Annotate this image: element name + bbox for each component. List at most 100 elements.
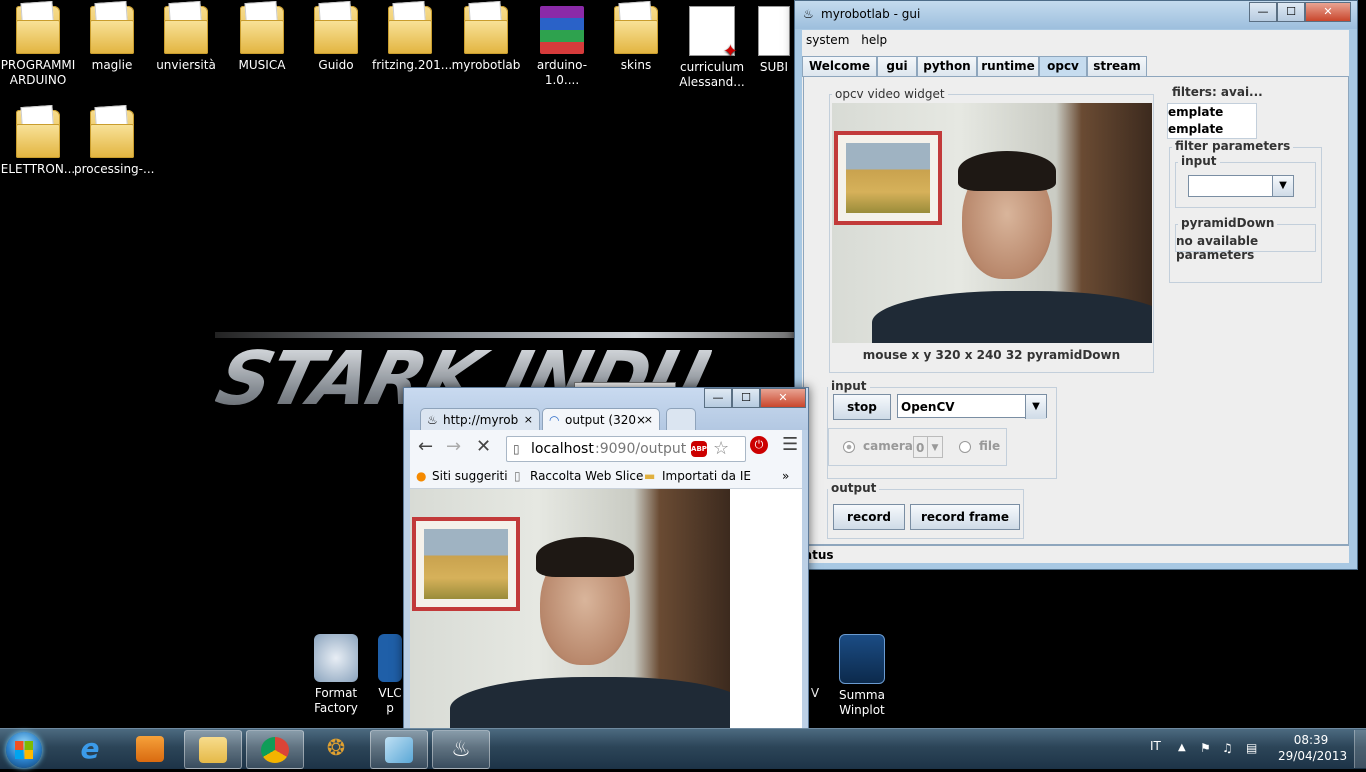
close-icon[interactable]: × <box>644 409 653 430</box>
filters-list[interactable]: emplate emplate <box>1167 103 1257 139</box>
winrar-icon <box>540 6 584 54</box>
chrome-tab-myrobotlab[interactable]: ♨ http://myrob × <box>420 408 540 430</box>
desktop-icon-summa-winplot[interactable]: Summa Winplot <box>824 628 900 718</box>
stop-loading-icon[interactable]: ✕ <box>476 436 491 457</box>
maximize-button[interactable]: ☐ <box>732 388 760 408</box>
desktop-icon-maglie[interactable]: maglie <box>74 0 150 73</box>
maximize-button[interactable]: ☐ <box>1277 2 1305 22</box>
filters-list-item[interactable]: emplate <box>1168 121 1256 138</box>
file-radio[interactable] <box>959 441 971 453</box>
stop-button[interactable]: stop <box>833 394 891 420</box>
winplot-icon <box>839 634 885 684</box>
address-bar[interactable]: ▯ localhost :9090/output ABP ☆ <box>506 436 746 462</box>
desktop-icon-hidden[interactable]: V <box>808 628 822 701</box>
taskbar-explorer[interactable] <box>184 730 242 769</box>
desktop-icon-label: processing-... <box>74 162 155 176</box>
desktop-icon-subi[interactable]: SUBI <box>754 0 794 75</box>
bookmarks-overflow[interactable]: » <box>782 464 789 488</box>
close-icon[interactable]: × <box>524 409 533 430</box>
desktop-icon-vlc[interactable]: VLC p <box>374 628 406 716</box>
myrobotlab-window: ♨ myrobotlab - gui — ☐ ✕ system help Wel… <box>794 0 1358 570</box>
chrome-tab-label: http://myrob <box>443 413 519 427</box>
tab-opcv[interactable]: opcv <box>1039 56 1087 76</box>
tab-stream[interactable]: stream <box>1087 56 1147 76</box>
taskbar-chrome[interactable] <box>246 730 304 769</box>
minimize-button[interactable]: — <box>704 388 732 408</box>
tray-language[interactable]: IT <box>1150 728 1170 768</box>
extension-icon[interactable]: ⏻ <box>750 436 768 454</box>
show-desktop-button[interactable] <box>1354 730 1366 768</box>
tab-welcome[interactable]: Welcome <box>802 56 877 76</box>
menu-system[interactable]: system <box>802 30 853 47</box>
desktop-icon-curriculum[interactable]: ✦ curriculum Alessand... <box>674 0 750 90</box>
desktop-icon-processing[interactable]: processing-... <box>74 104 155 177</box>
bookmark-importati-da-ie[interactable]: Importati da IE <box>662 464 751 488</box>
desktop-icon-universita[interactable]: unviersità <box>148 0 224 73</box>
filter-input-label: input <box>1178 154 1220 168</box>
network-icon[interactable]: ▤ <box>1246 728 1257 768</box>
adblock-icon[interactable]: ABP <box>691 441 707 457</box>
taskbar-java[interactable]: ♨ <box>432 730 490 769</box>
chevron-down-icon[interactable]: ▼ <box>1272 176 1293 196</box>
input-source-combo[interactable]: OpenCV ▼ <box>897 394 1047 419</box>
taskbar-notes[interactable] <box>370 730 428 769</box>
desktop-icon-label: PROGRAMMI ARDUINO <box>0 58 76 87</box>
folder-icon <box>90 6 134 54</box>
window-title: myrobotlab - gui <box>821 7 921 21</box>
menu-icon[interactable]: ☰ <box>782 434 798 455</box>
desktop-icon-fritzing[interactable]: fritzing.201... <box>372 0 452 73</box>
chevron-down-icon[interactable]: ▼ <box>927 437 942 457</box>
desktop-icon-format-factory[interactable]: Format Factory <box>298 628 374 716</box>
tab-python[interactable]: python <box>917 56 977 76</box>
output-stream-image[interactable] <box>410 489 730 729</box>
close-button[interactable]: ✕ <box>760 388 806 408</box>
volume-icon[interactable]: ♫ <box>1222 728 1233 768</box>
camera-radio[interactable] <box>843 441 855 453</box>
desktop-icon-myrobotlab[interactable]: myrobotlab <box>448 0 524 73</box>
java-icon: ♨ <box>451 737 471 762</box>
desktop-icon-programmi-arduino[interactable]: PROGRAMMI ARDUINO <box>0 0 76 88</box>
bookmark-siti-suggeriti[interactable]: Siti suggeriti <box>432 464 508 488</box>
forward-icon[interactable]: → <box>446 436 461 457</box>
window-titlebar[interactable]: ♨ myrobotlab - gui — ☐ ✕ <box>795 1 1357 29</box>
video-widget-label: opcv video widget <box>832 87 948 101</box>
filter-input-combo[interactable]: ▼ <box>1188 175 1294 197</box>
bookmark-star-icon[interactable]: ☆ <box>713 437 729 461</box>
desktop-icon-label: V <box>810 686 820 700</box>
back-icon[interactable]: ← <box>418 436 433 457</box>
camera-index-combo[interactable]: 0 ▼ <box>913 436 943 458</box>
filters-list-item[interactable]: emplate <box>1168 104 1256 121</box>
input-label: input <box>828 379 870 393</box>
minimize-button[interactable]: — <box>1249 2 1277 22</box>
desktop-icon-elettronica[interactable]: ELETTRON... <box>0 104 76 177</box>
tab-gui[interactable]: gui <box>877 56 917 76</box>
chrome-tab-output[interactable]: ◠ output (320× × <box>542 408 660 430</box>
taskbar-ie[interactable]: e <box>62 730 118 767</box>
windows-logo-icon <box>15 741 33 759</box>
taskbar-scratch[interactable]: ❂ <box>308 730 364 767</box>
record-button[interactable]: record <box>833 504 905 530</box>
start-button[interactable] <box>6 732 42 768</box>
close-button[interactable]: ✕ <box>1305 2 1351 22</box>
taskbar-media-player[interactable] <box>122 730 178 767</box>
pdf-icon: ✦ <box>689 6 738 61</box>
desktop-icon-label: Guido <box>318 58 354 72</box>
record-frame-button[interactable]: record frame <box>910 504 1020 530</box>
picture-frame <box>834 131 942 225</box>
webcam-image[interactable] <box>832 103 1152 343</box>
chevron-down-icon[interactable]: ▼ <box>1025 395 1046 419</box>
desktop-icon-musica[interactable]: MUSICA <box>224 0 300 73</box>
show-hidden-icons[interactable]: ▲ <box>1178 728 1186 768</box>
desktop-icon-arduino-archive[interactable]: arduino-1.0.... <box>524 0 600 88</box>
bookmark-raccolta-web-slice[interactable]: Raccolta Web Slice <box>530 464 643 488</box>
menu-help[interactable]: help <box>857 30 891 47</box>
desktop-icon-skins[interactable]: skins <box>598 0 674 73</box>
tab-runtime[interactable]: runtime <box>977 56 1039 76</box>
clock[interactable]: 08:39 29/04/2013 <box>1278 728 1347 772</box>
tab-strip: Welcome gui python runtime opcv stream <box>802 54 1349 77</box>
action-center-icon[interactable]: ⚑ <box>1200 728 1211 768</box>
desktop-icon-guido[interactable]: Guido <box>298 0 374 73</box>
camera-index-value: 0 <box>916 441 925 455</box>
caption-buttons: — ☐ ✕ <box>1249 2 1351 22</box>
new-tab-button[interactable] <box>666 408 696 430</box>
